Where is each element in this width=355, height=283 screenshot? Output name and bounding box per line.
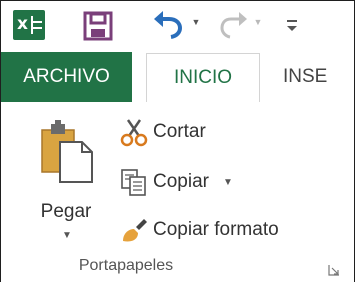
- paste-button[interactable]: Pegar ▼: [31, 116, 111, 248]
- excel-ribbon-window: x ▼ ▼ ARCHIVO INICIO INSE Pegar ▼ Cortar…: [0, 0, 355, 282]
- customize-toolbar-icon[interactable]: [285, 15, 299, 35]
- copy-dropdown-icon[interactable]: ▼: [223, 177, 233, 188]
- dialog-launcher-icon[interactable]: [328, 263, 340, 276]
- copy-label: Copiar: [153, 171, 209, 192]
- scissors-icon: [119, 117, 149, 147]
- copy-button[interactable]: Copiar ▼: [119, 164, 233, 200]
- cut-label: Cortar: [153, 121, 206, 142]
- ribbon-tabs: ARCHIVO INICIO INSE: [1, 52, 354, 103]
- excel-logo-icon[interactable]: x: [13, 10, 45, 40]
- quick-access-toolbar: x ▼ ▼: [1, 1, 354, 52]
- format-painter-button[interactable]: Copiar formato: [119, 212, 279, 248]
- paste-label: Pegar: [40, 201, 92, 222]
- clipboard-group: Pegar ▼ Cortar Copiar ▼ Copiar formato P…: [1, 102, 354, 282]
- paste-icon: [38, 118, 96, 184]
- tab-insertar[interactable]: INSE: [283, 52, 327, 102]
- redo-dropdown-icon[interactable]: ▼: [253, 17, 263, 27]
- undo-dropdown-icon[interactable]: ▼: [191, 17, 201, 27]
- format-painter-label: Copiar formato: [153, 219, 279, 240]
- group-label-portapapeles: Portapapeles: [78, 257, 174, 274]
- cut-button[interactable]: Cortar: [119, 114, 206, 150]
- undo-icon[interactable]: [151, 7, 187, 43]
- tab-inicio[interactable]: INICIO: [146, 53, 260, 103]
- paste-dropdown-icon[interactable]: ▼: [61, 230, 73, 241]
- save-icon[interactable]: [83, 11, 113, 41]
- redo-icon[interactable]: [217, 7, 251, 43]
- tab-archivo[interactable]: ARCHIVO: [1, 52, 132, 102]
- format-painter-icon: [119, 215, 149, 245]
- copy-icon: [119, 167, 149, 197]
